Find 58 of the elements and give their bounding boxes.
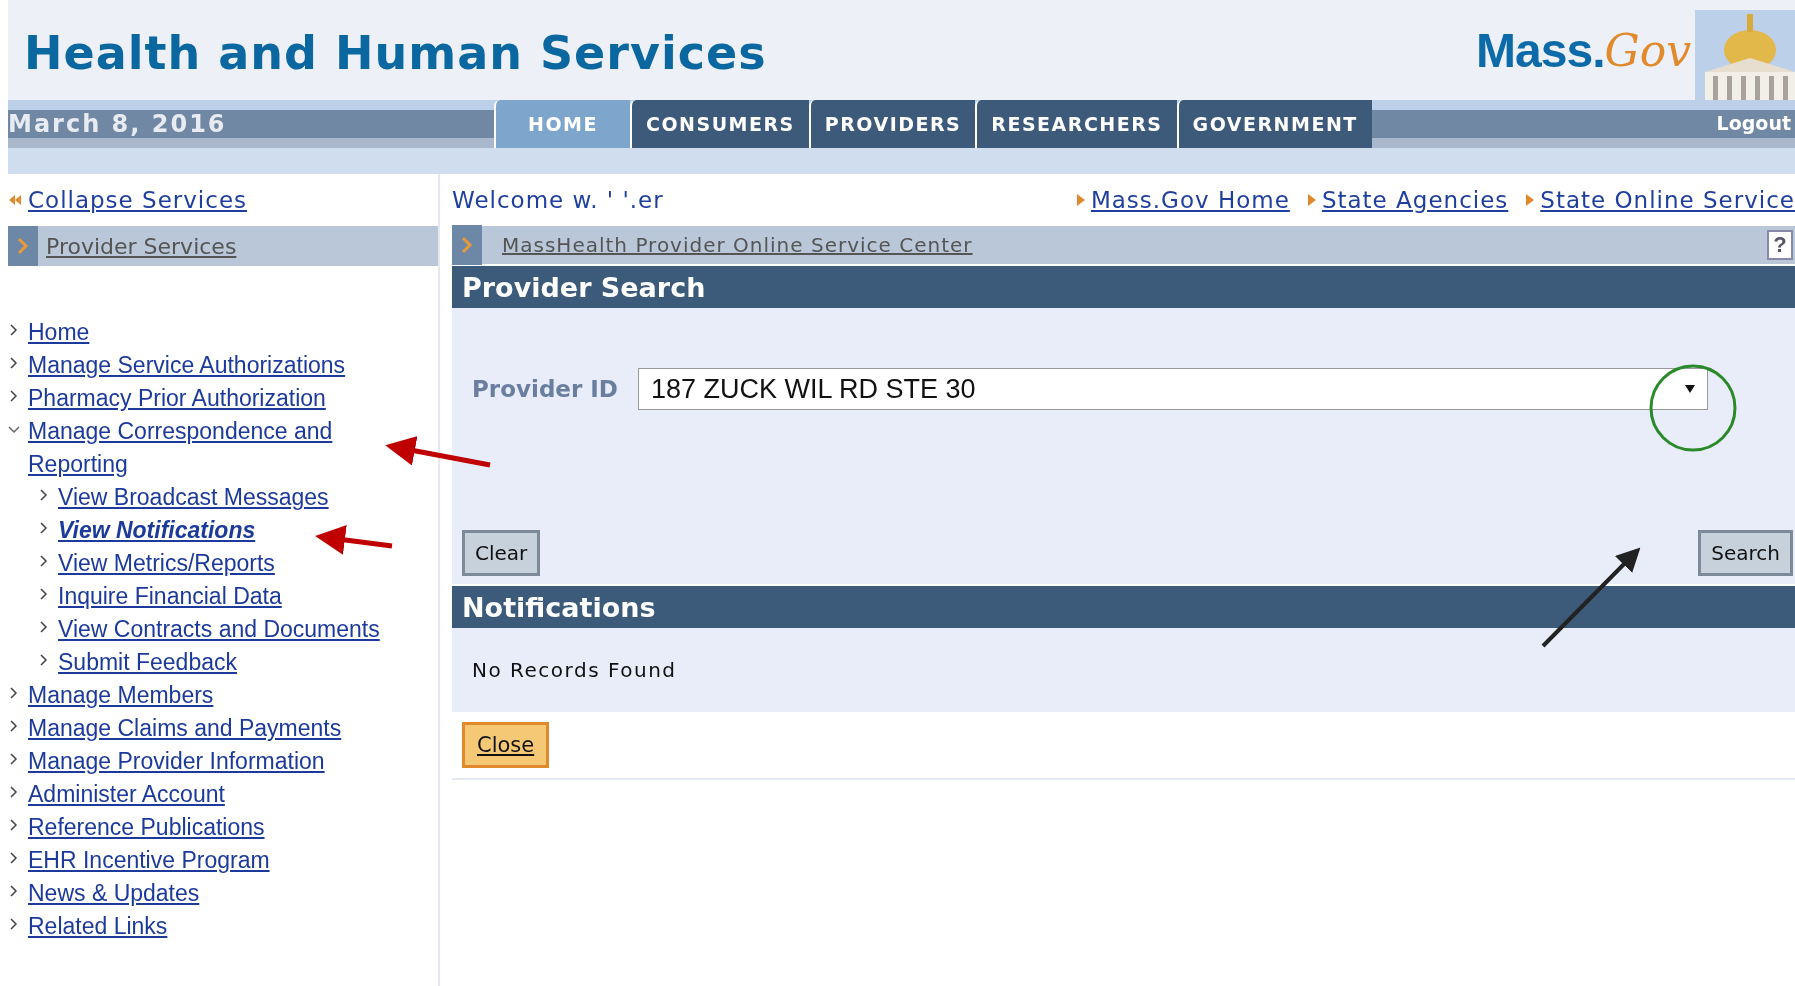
sidebar-link[interactable]: Inquire Financial Data [58, 580, 282, 613]
double-left-arrow-icon [8, 193, 22, 207]
chevron-icon [452, 225, 482, 265]
sidebar-link[interactable]: View Contracts and Documents [58, 613, 380, 646]
nav-tab[interactable]: PROVIDERS [808, 100, 976, 148]
section-title: Notifications [462, 591, 656, 623]
sidebar-link[interactable]: Manage Service Authorizations [28, 349, 346, 382]
sidebar-link[interactable]: Home [28, 316, 90, 349]
top-link[interactable]: State Online Service [1540, 187, 1795, 213]
empty-message: No Records Found [472, 658, 677, 682]
search-button[interactable]: Search [1698, 530, 1793, 576]
logo-text: Mass. [1476, 22, 1605, 78]
nav-tab[interactable]: CONSUMERS [629, 100, 809, 148]
logout-link[interactable]: Logout [1716, 112, 1791, 134]
sidebar-link[interactable]: View Metrics/Reports [58, 547, 275, 580]
provider-dropdown[interactable]: 187 ZUCK WIL RD STE 30 [637, 368, 1708, 410]
sidebar-link[interactable]: Pharmacy Prior Authorization [28, 382, 326, 415]
triangle-right-icon [1076, 194, 1085, 206]
sidebar-link[interactable]: Submit Feedback [58, 646, 237, 679]
sidebar-link[interactable]: Reference Publications [28, 811, 265, 844]
sidebar-link[interactable]: Manage Provider Information [28, 745, 325, 778]
statehouse-dome-icon [1695, 10, 1795, 100]
section-title: Provider Search [462, 271, 706, 303]
triangle-right-icon [1526, 194, 1535, 206]
sidebar-title-link[interactable]: Provider Services [46, 233, 237, 259]
chevron-right-icon [38, 522, 50, 534]
clear-button[interactable]: Clear [462, 530, 541, 576]
logo-script-text: Gov [1604, 24, 1691, 76]
sidebar-link[interactable]: Manage Members [28, 679, 214, 712]
chevron-icon [8, 226, 38, 266]
dropdown-arrow-icon [1684, 385, 1695, 393]
sidebar-link[interactable]: News & Updates [28, 877, 200, 910]
collapse-services-link[interactable]: Collapse Services [28, 187, 248, 213]
breadcrumb-link[interactable]: MassHealth Provider Online Service Center [502, 233, 973, 257]
triangle-right-icon [1307, 194, 1316, 206]
field-label: Provider ID [472, 376, 618, 402]
sidebar-link[interactable]: Manage Correspondence and Reporting [28, 415, 388, 481]
sidebar-link[interactable]: View Broadcast Messages [58, 481, 329, 514]
sidebar-link[interactable]: EHR Incentive Program [28, 844, 270, 877]
top-link[interactable]: State Agencies [1321, 187, 1509, 213]
sidebar-link[interactable]: Manage Claims and Payments [28, 712, 342, 745]
help-button[interactable]: ? [1767, 230, 1793, 260]
chevron-right-icon [38, 489, 50, 501]
site-title: Health and Human Services [24, 25, 767, 80]
sidebar-link[interactable]: Related Links [28, 910, 168, 943]
nav-tab[interactable]: GOVERNMENT [1176, 100, 1372, 148]
close-button[interactable]: Close [462, 722, 550, 768]
sidebar-link[interactable]: View Notifications [58, 514, 256, 547]
date-text: March 8, 2016 [8, 110, 228, 138]
nav-tab[interactable]: RESEARCHERS [975, 100, 1177, 148]
top-link[interactable]: Mass.Gov Home [1090, 187, 1290, 213]
sidebar-link[interactable]: Administer Account [28, 778, 225, 811]
chevron-right-icon [38, 588, 50, 600]
chevron-right-icon [38, 555, 50, 567]
chevron-right-icon [38, 621, 50, 633]
chevron-right-icon [38, 654, 50, 666]
welcome-text: Welcome w. ' '.er [452, 187, 664, 213]
site-logo[interactable]: Mass.Gov [1476, 0, 1795, 100]
